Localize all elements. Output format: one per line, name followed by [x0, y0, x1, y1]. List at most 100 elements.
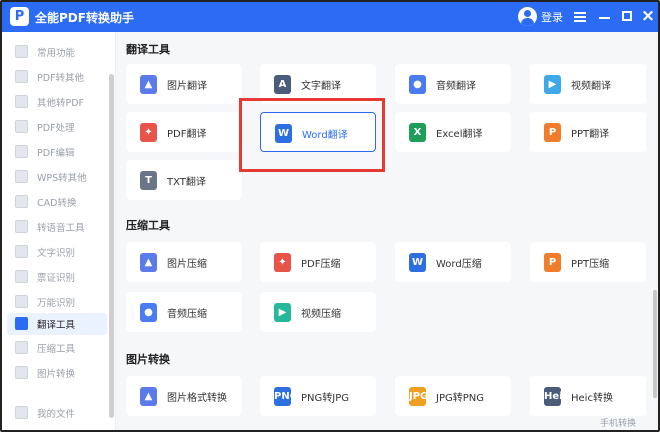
avatar-icon[interactable]	[518, 7, 537, 26]
sidebar-item-label: 我的文件	[37, 409, 76, 420]
app-logo-icon: P	[10, 7, 29, 26]
app-title: 全能PDF转换助手	[35, 11, 134, 25]
tile-png-to-jpg[interactable]: PNG PNG转JPG	[260, 376, 376, 416]
image-compress-icon: ▲	[140, 253, 157, 272]
sidebar-item-pdf-process[interactable]: PDF处理	[7, 116, 107, 138]
ppt-translate-icon: P	[544, 123, 561, 142]
mobile-convert-link[interactable]: 手机转换	[600, 416, 636, 429]
sidebar-item-label: 票证识别	[37, 273, 76, 284]
pdf-compress-icon: ✦	[274, 253, 291, 272]
universal-icon	[15, 295, 28, 308]
login-link[interactable]: 登录	[541, 9, 563, 25]
image-translate-icon: ▲	[140, 75, 157, 94]
text-translate-icon: A	[274, 75, 291, 94]
tile-pdf-translate[interactable]: ✦ PDF翻译	[126, 112, 242, 152]
sidebar-item-label: 其他转PDF	[37, 98, 85, 109]
sidebar-item-label: 文字识别	[37, 248, 76, 259]
pdf-to-other-icon	[15, 70, 28, 83]
sidebar-item-label: PDF处理	[37, 123, 75, 134]
highlight-box	[239, 98, 385, 172]
video-compress-icon: ▶	[274, 303, 291, 322]
sidebar-item-common[interactable]: 常用功能	[7, 41, 107, 63]
tile-label: PDF翻译	[167, 129, 207, 140]
tile-ppt-translate[interactable]: P PPT翻译	[530, 112, 646, 152]
sidebar-item-universal[interactable]: 万能识别	[7, 291, 107, 313]
sidebar-item-label: 图片转换	[37, 369, 76, 380]
ppt-compress-icon: P	[544, 253, 561, 272]
sidebar-item-label: WPS转其他	[37, 173, 87, 184]
excel-translate-icon: X	[409, 123, 426, 142]
audio-compress-icon: ●	[140, 303, 157, 322]
tile-label: 音频翻译	[436, 81, 476, 92]
tile-label: 音频压缩	[167, 309, 207, 320]
tile-txt-translate[interactable]: T TXT翻译	[126, 160, 242, 200]
tile-image-format[interactable]: ▲ 图片格式转换	[126, 376, 242, 416]
compress-icon	[15, 341, 28, 354]
sidebar-item-image-convert[interactable]: 图片转换	[7, 362, 107, 384]
sidebar-item-ticket[interactable]: 票证识别	[7, 266, 107, 288]
tile-jpg-to-png[interactable]: JPG JPG转PNG	[395, 376, 511, 416]
png-to-jpg-icon: PNG	[274, 387, 298, 406]
tile-audio-translate[interactable]: ● 音频翻译	[395, 64, 511, 104]
minimize-icon[interactable]	[593, 2, 617, 32]
sidebar-item-cad[interactable]: CAD转换	[7, 191, 107, 213]
tile-label: PPT压缩	[571, 259, 610, 270]
tile-label: 图片格式转换	[167, 393, 227, 404]
close-icon[interactable]: ×	[636, 2, 658, 32]
word-compress-icon: W	[409, 253, 426, 272]
tile-image-compress[interactable]: ▲ 图片压缩	[126, 242, 242, 282]
sidebar-item-voice[interactable]: 转语音工具	[7, 216, 107, 238]
tile-video-translate[interactable]: ▶ 视频翻译	[530, 64, 646, 104]
sidebar-item-pdf-edit[interactable]: PDF编辑	[7, 141, 107, 163]
sidebar-scrollbar[interactable]	[109, 74, 114, 418]
tile-label: PNG转JPG	[301, 393, 349, 404]
title-bar: P 全能PDF转换助手 登录 ×	[2, 2, 658, 32]
voice-icon	[15, 220, 28, 233]
tile-label: Heic转换	[571, 393, 613, 404]
sidebar-item-ocr[interactable]: 文字识别	[7, 241, 107, 263]
sidebar-item-label: PDF转其他	[37, 73, 85, 84]
heic-convert-icon: Heic	[544, 387, 569, 406]
pdf-translate-icon: ✦	[140, 123, 157, 142]
image-format-icon: ▲	[140, 387, 157, 406]
tile-label: 图片压缩	[167, 259, 207, 270]
sidebar-item-my-files[interactable]: 我的文件	[7, 402, 107, 424]
image-convert-icon	[15, 366, 28, 379]
sidebar-item-translate[interactable]: 翻译工具	[7, 313, 107, 335]
tile-label: PDF压缩	[301, 259, 341, 270]
tile-heic-convert[interactable]: Heic Heic转换	[530, 376, 646, 416]
sidebar-item-label: 翻译工具	[37, 320, 76, 331]
sidebar-item-pdf-to-other[interactable]: PDF转其他	[7, 66, 107, 88]
audio-translate-icon: ●	[409, 75, 426, 94]
tile-label: JPG转PNG	[436, 393, 484, 404]
tile-excel-translate[interactable]: X Excel翻译	[395, 112, 511, 152]
translate-icon	[15, 317, 28, 330]
tile-ppt-compress[interactable]: P PPT压缩	[530, 242, 646, 282]
common-icon	[15, 45, 28, 58]
folder-icon	[15, 406, 28, 419]
sidebar-item-compress[interactable]: 压缩工具	[7, 337, 107, 359]
tile-video-compress[interactable]: ▶ 视频压缩	[260, 292, 376, 332]
tile-audio-compress[interactable]: ● 音频压缩	[126, 292, 242, 332]
tile-word-compress[interactable]: W Word压缩	[395, 242, 511, 282]
menu-icon[interactable]	[568, 2, 592, 32]
tile-label: 视频压缩	[301, 309, 341, 320]
tile-label: Word压缩	[436, 259, 482, 270]
sidebar-item-label: 常用功能	[37, 48, 76, 59]
tile-label: 文字翻译	[301, 81, 341, 92]
tile-label: PPT翻译	[571, 129, 610, 140]
tile-label: TXT翻译	[167, 177, 206, 188]
section-title-translate: 翻译工具	[126, 43, 170, 56]
ticket-icon	[15, 270, 28, 283]
sidebar-item-other-to-pdf[interactable]: 其他转PDF	[7, 91, 107, 113]
pdf-process-icon	[15, 120, 28, 133]
jpg-to-png-icon: JPG	[409, 387, 428, 406]
tile-image-translate[interactable]: ▲ 图片翻译	[126, 64, 242, 104]
tile-pdf-compress[interactable]: ✦ PDF压缩	[260, 242, 376, 282]
sidebar-item-wps-to-other[interactable]: WPS转其他	[7, 166, 107, 188]
main-content: 翻译工具 ▲ 图片翻译 A 文字翻译 ● 音频翻译 ▶ 视频翻译 ✦ PDF翻译 W Wor…	[116, 32, 658, 430]
tile-label: Excel翻译	[436, 129, 483, 140]
wps-icon	[15, 170, 28, 183]
main-scrollbar[interactable]	[653, 290, 657, 398]
other-to-pdf-icon	[15, 95, 28, 108]
